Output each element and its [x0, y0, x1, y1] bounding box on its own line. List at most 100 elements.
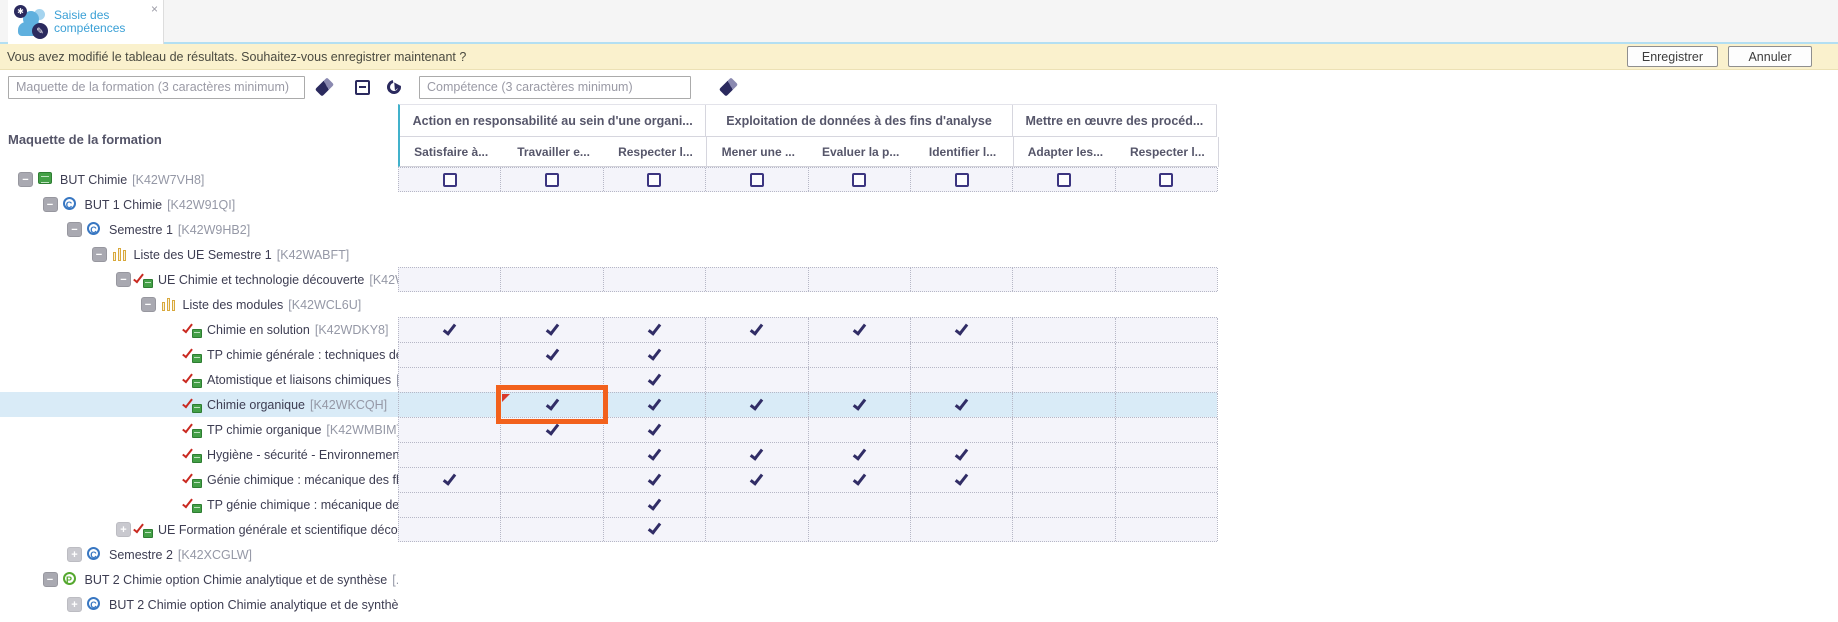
matrix-cell[interactable]	[501, 393, 603, 417]
matrix-cell[interactable]	[911, 393, 1013, 417]
matrix-cell[interactable]	[1116, 468, 1218, 492]
tree-row[interactable]: TP génie chimique : mécanique des flu...	[0, 492, 1838, 517]
matrix-cell[interactable]	[1013, 318, 1115, 342]
tree-row[interactable]: −PBUT 2 Chimie option Chimie analytique …	[0, 567, 1838, 592]
matrix-cell[interactable]	[1013, 268, 1115, 291]
matrix-cell[interactable]	[399, 318, 501, 342]
matrix-cell[interactable]	[809, 318, 911, 342]
matrix-cell[interactable]	[911, 493, 1013, 517]
matrix-cell[interactable]	[604, 493, 706, 517]
matrix-cell[interactable]	[1013, 168, 1115, 191]
matrix-cell[interactable]	[809, 418, 911, 442]
tree-row[interactable]: +CSemestre 2[K42XCGLW]	[0, 542, 1838, 567]
save-button[interactable]: Enregistrer	[1627, 46, 1718, 67]
matrix-cell[interactable]	[1116, 343, 1218, 367]
matrix-cell[interactable]	[399, 518, 501, 541]
matrix-cell[interactable]	[1013, 343, 1115, 367]
matrix-cell[interactable]	[1116, 443, 1218, 467]
matrix-cell[interactable]	[706, 468, 808, 492]
expand-node-icon[interactable]: +	[67, 597, 82, 612]
collapse-node-icon[interactable]: −	[43, 572, 58, 587]
matrix-cell[interactable]	[501, 268, 603, 291]
tree-row[interactable]: −BUT Chimie[K42W7VH8]	[0, 167, 1838, 192]
tree-row[interactable]: TP chimie organique[K42WMBIM]	[0, 417, 1838, 442]
matrix-cell[interactable]	[1013, 468, 1115, 492]
tree-row[interactable]: −CSemestre 1[K42W9HB2]	[0, 217, 1838, 242]
matrix-cell[interactable]	[604, 368, 706, 392]
tree-row[interactable]: −UE Chimie et technologie découverte[K42…	[0, 267, 1838, 292]
tree-row[interactable]: −Liste des modules[K42WCL6U]	[0, 292, 1838, 317]
expand-node-icon[interactable]: +	[116, 522, 131, 537]
matrix-cell[interactable]	[911, 343, 1013, 367]
clear-formation-filter-button[interactable]	[311, 74, 337, 100]
matrix-cell[interactable]	[1013, 443, 1115, 467]
tree-row[interactable]: Chimie en solution[K42WDKY8]	[0, 317, 1838, 342]
matrix-cell[interactable]	[1116, 418, 1218, 442]
collapse-node-icon[interactable]: −	[67, 222, 82, 237]
matrix-cell[interactable]	[604, 268, 706, 291]
matrix-cell[interactable]	[1116, 493, 1218, 517]
matrix-cell[interactable]	[501, 493, 603, 517]
tree-row[interactable]: −CBUT 1 Chimie[K42W91QI]	[0, 192, 1838, 217]
matrix-cell[interactable]	[1116, 518, 1218, 541]
matrix-cell[interactable]	[706, 318, 808, 342]
tree-row[interactable]: Génie chimique : mécanique des fluid...	[0, 467, 1838, 492]
collapse-all-button[interactable]	[349, 74, 375, 100]
expand-node-icon[interactable]: +	[67, 547, 82, 562]
matrix-cell[interactable]	[399, 268, 501, 291]
matrix-cell[interactable]	[809, 518, 911, 541]
matrix-cell[interactable]	[1116, 368, 1218, 392]
matrix-cell[interactable]	[809, 443, 911, 467]
matrix-cell[interactable]	[911, 168, 1013, 191]
tab-close-icon[interactable]: ×	[151, 3, 158, 15]
matrix-cell[interactable]	[399, 343, 501, 367]
matrix-cell[interactable]	[604, 418, 706, 442]
matrix-cell[interactable]	[1116, 268, 1218, 291]
matrix-cell[interactable]	[604, 343, 706, 367]
cancel-button[interactable]: Annuler	[1728, 46, 1812, 67]
matrix-cell[interactable]	[706, 493, 808, 517]
matrix-cell[interactable]	[1013, 393, 1115, 417]
matrix-cell[interactable]	[501, 518, 603, 541]
matrix-cell[interactable]	[911, 468, 1013, 492]
collapse-node-icon[interactable]: −	[43, 197, 58, 212]
tree-row[interactable]: −Liste des UE Semestre 1[K42WABFT]	[0, 242, 1838, 267]
tree-row[interactable]: Chimie organique[K42WKCQH]	[0, 392, 1838, 417]
matrix-cell[interactable]	[501, 443, 603, 467]
matrix-cell[interactable]	[706, 268, 808, 291]
matrix-cell[interactable]	[809, 343, 911, 367]
tab-saisie-des-competences[interactable]: ✱ ✎ Saisie des compétences ×	[8, 0, 164, 44]
clear-competence-filter-button[interactable]	[715, 74, 741, 100]
collapse-node-icon[interactable]: −	[116, 272, 131, 287]
matrix-cell[interactable]	[911, 518, 1013, 541]
matrix-cell[interactable]	[809, 393, 911, 417]
formation-filter-input[interactable]	[8, 76, 305, 99]
matrix-cell[interactable]	[706, 168, 808, 191]
matrix-cell[interactable]	[809, 468, 911, 492]
matrix-cell[interactable]	[1013, 493, 1115, 517]
matrix-cell[interactable]	[911, 268, 1013, 291]
matrix-cell[interactable]	[1116, 168, 1218, 191]
matrix-cell[interactable]	[604, 318, 706, 342]
matrix-cell[interactable]	[501, 168, 603, 191]
matrix-cell[interactable]	[604, 168, 706, 191]
tree-row[interactable]: Atomistique et liaisons chimiques[K4...	[0, 367, 1838, 392]
matrix-cell[interactable]	[809, 268, 911, 291]
matrix-cell[interactable]	[706, 518, 808, 541]
matrix-cell[interactable]	[501, 468, 603, 492]
matrix-cell[interactable]	[1013, 518, 1115, 541]
matrix-cell[interactable]	[911, 443, 1013, 467]
matrix-cell[interactable]	[501, 318, 603, 342]
competence-filter-input[interactable]	[419, 76, 691, 99]
matrix-cell[interactable]	[399, 418, 501, 442]
matrix-cell[interactable]	[706, 418, 808, 442]
collapse-node-icon[interactable]: −	[18, 172, 33, 187]
tree-row[interactable]: Hygiène - sécurité - Environnement[K...	[0, 442, 1838, 467]
matrix-cell[interactable]	[706, 368, 808, 392]
collapse-node-icon[interactable]: −	[141, 297, 156, 312]
matrix-cell[interactable]	[809, 168, 911, 191]
matrix-cell[interactable]	[1116, 318, 1218, 342]
matrix-cell[interactable]	[501, 343, 603, 367]
matrix-cell[interactable]	[706, 343, 808, 367]
matrix-cell[interactable]	[1013, 418, 1115, 442]
